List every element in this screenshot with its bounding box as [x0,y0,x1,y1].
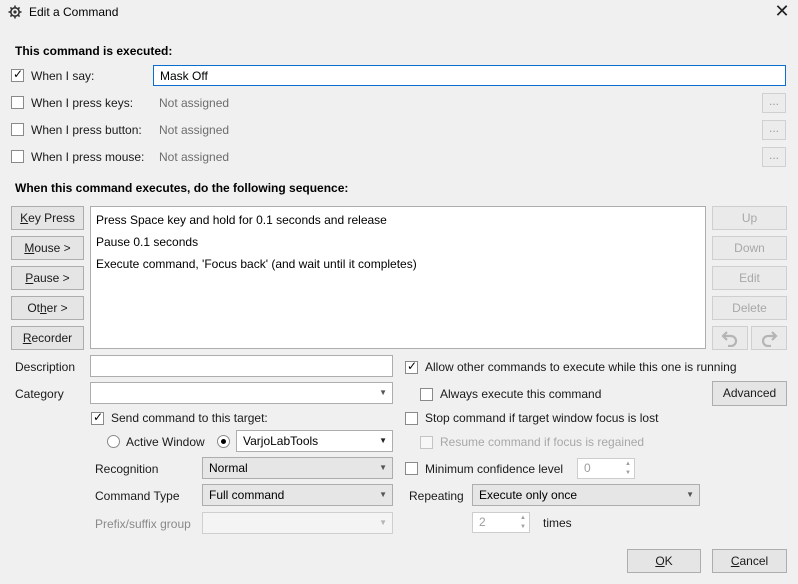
spoken-phrase-value: Mask Off [160,69,208,83]
allow-other-commands-label: Allow other commands to execute while th… [425,360,737,374]
ok-button[interactable]: OK [627,549,701,573]
recognition-combo[interactable]: Normal ▼ [202,457,393,479]
always-execute-checkbox[interactable] [420,388,433,401]
redo-icon [761,331,778,348]
recorder-button[interactable]: Recorder [11,326,84,350]
prefix-suffix-group-label: Prefix/suffix group [95,517,191,531]
minimum-confidence-label: Minimum confidence level [425,462,564,476]
send-to-target-checkbox[interactable] [91,410,104,425]
chevron-down-icon: ▼ [686,490,694,499]
command-type-label: Command Type [95,489,180,503]
list-item[interactable]: Pause 0.1 seconds [96,235,198,249]
keys-assignment-value: Not assigned [159,96,230,110]
resume-on-focus-checkbox[interactable] [420,436,433,449]
chevron-up-icon[interactable]: ▲ [520,515,526,521]
chevron-down-icon: ▼ [379,388,387,397]
target-app-value: VarjoLabTools [243,434,319,448]
always-execute-label: Always execute this command [440,387,602,401]
resume-on-focus-label: Resume command if focus is regained [440,435,645,449]
button-assignment-value: Not assigned [159,123,230,137]
action-sequence-list[interactable]: Press Space key and hold for 0.1 seconds… [90,206,706,349]
category-label: Category [15,387,64,401]
minimum-confidence-checkbox[interactable] [405,462,418,475]
mouse-assignment-value: Not assigned [159,150,230,164]
move-down-button[interactable]: Down [712,236,787,260]
assign-mouse-button[interactable]: ... [762,147,786,167]
repeating-combo[interactable]: Execute only once ▼ [472,484,700,506]
move-up-button[interactable]: Up [712,206,787,230]
redo-button[interactable] [751,326,787,350]
undo-button[interactable] [712,326,748,350]
when-i-press-button-checkbox[interactable] [11,123,24,136]
when-i-press-button-label: When I press button: [31,123,142,137]
when-i-press-keys-checkbox[interactable] [11,96,24,109]
when-i-press-mouse-checkbox[interactable] [11,150,24,163]
repeat-times-value: 2 [479,515,486,529]
chevron-down-icon: ▼ [379,436,387,445]
stop-on-focus-lost-checkbox[interactable] [405,412,418,425]
minimum-confidence-stepper[interactable]: 0 ▲ ▼ [577,458,635,479]
key-press-button[interactable]: Key Press [11,206,84,230]
command-type-value: Full command [209,488,285,502]
description-input[interactable] [90,355,393,377]
cancel-button[interactable]: Cancel [712,549,787,573]
chevron-down-icon: ▼ [379,490,387,499]
send-to-target-label: Send command to this target: [111,411,268,425]
section-heading-sequence: When this command executes, do the follo… [15,181,349,195]
active-window-radio[interactable] [107,435,120,448]
when-i-say-checkbox[interactable] [11,67,24,82]
edit-action-button[interactable]: Edit [712,266,787,290]
undo-icon [721,331,738,348]
minimum-confidence-value: 0 [584,461,591,475]
repeat-times-stepper[interactable]: 2 ▲ ▼ [472,512,530,533]
prefix-suffix-group-combo[interactable]: ▼ [202,512,393,534]
repeating-label: Repeating [409,489,464,503]
spoken-phrase-input[interactable]: Mask Off [153,65,786,86]
category-combo[interactable]: ▼ [90,382,393,404]
assign-button-button[interactable]: ... [762,120,786,140]
when-i-say-label: When I say: [31,69,95,83]
recognition-label: Recognition [95,462,159,476]
repeating-value: Execute only once [479,488,578,502]
other-action-button[interactable]: Other > [11,296,84,320]
repeat-times-label: times [543,516,572,530]
chevron-down-icon[interactable]: ▼ [520,524,526,530]
active-window-label: Active Window [126,435,205,449]
recognition-value: Normal [209,461,248,475]
chevron-down-icon[interactable]: ▼ [625,470,631,476]
stop-on-focus-lost-label: Stop command if target window focus is l… [425,411,659,425]
chevron-down-icon: ▼ [379,463,387,472]
advanced-button[interactable]: Advanced [712,381,787,406]
section-heading-executed: This command is executed: [15,44,173,58]
title-bar [0,0,798,24]
chevron-down-icon: ▼ [379,518,387,527]
window-title: Edit a Command [29,5,119,19]
when-i-press-keys-label: When I press keys: [31,96,134,110]
assign-keys-button[interactable]: ... [762,93,786,113]
when-i-press-mouse-label: When I press mouse: [31,150,145,164]
allow-other-commands-checkbox[interactable] [405,359,418,374]
close-icon[interactable]: ✕ [772,2,792,22]
list-item[interactable]: Execute command, 'Focus back' (and wait … [96,257,417,271]
command-type-combo[interactable]: Full command ▼ [202,484,393,506]
delete-action-button[interactable]: Delete [712,296,787,320]
target-app-combo[interactable]: VarjoLabTools ▼ [236,430,393,452]
mouse-action-button[interactable]: Mouse > [11,236,84,260]
target-app-radio[interactable] [217,435,230,448]
chevron-up-icon[interactable]: ▲ [625,461,631,467]
gear-icon [8,5,22,19]
list-item[interactable]: Press Space key and hold for 0.1 seconds… [96,213,387,227]
pause-action-button[interactable]: Pause > [11,266,84,290]
description-label: Description [15,360,76,374]
